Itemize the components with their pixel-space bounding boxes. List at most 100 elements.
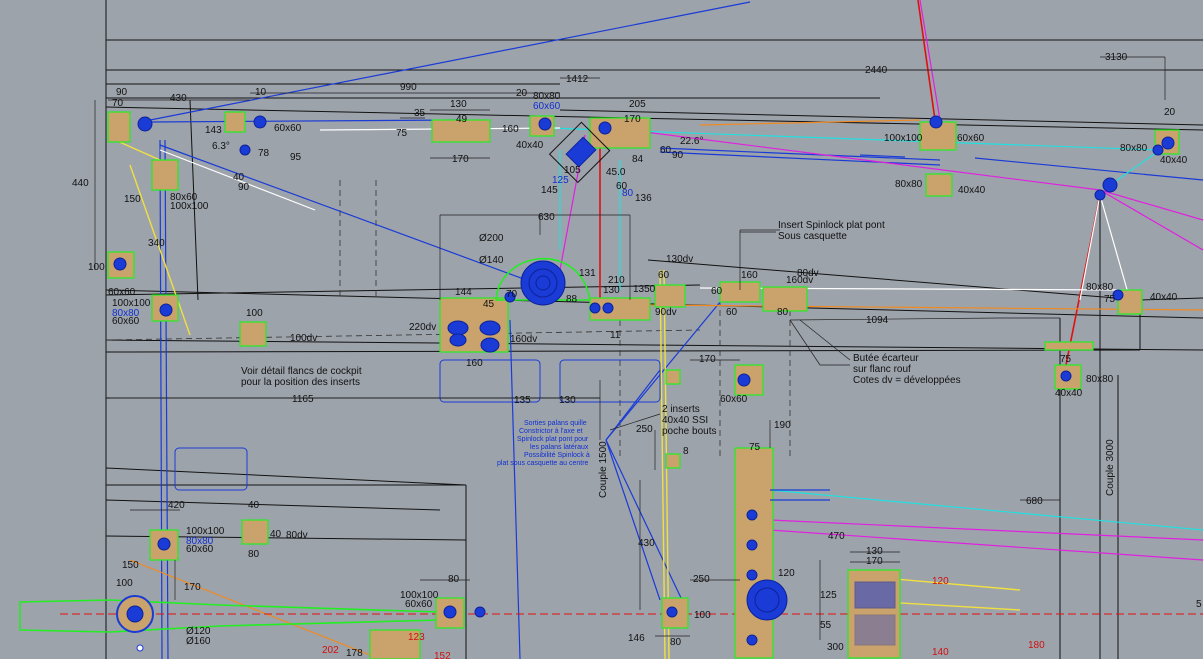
dim-label: 130 bbox=[559, 395, 576, 406]
dim-label: 125 bbox=[820, 590, 837, 601]
dim-label: 40x40 bbox=[516, 140, 544, 151]
dim-label: 170 bbox=[624, 114, 641, 125]
dim-label: 152 bbox=[434, 651, 451, 659]
note-blue-line4: les palans latéraux bbox=[530, 444, 589, 451]
dim-label: 1412 bbox=[566, 74, 589, 85]
note-blue-line3: Spinlock plat pont pour bbox=[517, 436, 589, 443]
dim-label: 80 bbox=[777, 307, 789, 318]
couple-1500-label: Couple 1500 bbox=[598, 441, 609, 498]
dim-label: 205 bbox=[629, 99, 646, 110]
dim-label: 170 bbox=[699, 354, 716, 365]
dim-label: 88 bbox=[566, 294, 578, 305]
note-butee-line1: Butée écarteur bbox=[853, 353, 919, 364]
rigging-lines bbox=[114, 0, 1203, 659]
dim-label: 100x100 bbox=[170, 201, 209, 212]
dim-label: 40 bbox=[248, 500, 260, 511]
dim-label: 84 bbox=[632, 154, 644, 165]
dim-label: 70 bbox=[112, 98, 124, 109]
dim-label: 60 bbox=[726, 307, 738, 318]
note-cockpit-line1: Voir détail flancs de cockpit bbox=[241, 366, 362, 377]
dim-label: 60x60 bbox=[957, 133, 985, 144]
dim-label: 5 bbox=[1196, 599, 1202, 610]
dim-label: 80x80 bbox=[1086, 282, 1114, 293]
dim-label: 250 bbox=[636, 424, 653, 435]
dim-label: 160 bbox=[741, 270, 758, 281]
dim-label: 80x80 bbox=[1120, 143, 1148, 154]
dim-label: 40 bbox=[270, 529, 282, 540]
dim-label: 60x60 bbox=[533, 101, 561, 112]
dim-label: 80 bbox=[448, 574, 460, 585]
dim-label: 60x60 bbox=[405, 599, 433, 610]
couple-3000-label: Couple 3000 bbox=[1105, 439, 1116, 496]
dim-label: 80dv bbox=[286, 530, 308, 541]
hull-outline-lines bbox=[105, 0, 1203, 659]
dim-label: 60x60 bbox=[112, 316, 140, 327]
dim-label: 40x40 bbox=[1160, 155, 1188, 166]
dim-label: 40x40 bbox=[1150, 292, 1178, 303]
dim-label: 90 bbox=[672, 150, 684, 161]
dim-label: 190 bbox=[774, 420, 791, 431]
dim-label: 430 bbox=[638, 538, 655, 549]
dim-label: 202 bbox=[322, 645, 339, 656]
dim-label: 131 bbox=[579, 268, 596, 279]
dim-label: 100x100 bbox=[884, 133, 923, 144]
dim-label: 630 bbox=[538, 212, 555, 223]
dim-label: 150 bbox=[124, 194, 141, 205]
dim-label: 144 bbox=[455, 287, 472, 298]
dim-label: 160 bbox=[502, 124, 519, 135]
dim-label: 75 bbox=[396, 128, 408, 139]
dim-label: 49 bbox=[456, 114, 468, 125]
dim-label: 45 bbox=[483, 299, 495, 310]
note-blue-line1: Sorties palans quille bbox=[524, 420, 587, 427]
dim-label: 300 bbox=[827, 642, 844, 653]
dim-label: 80x80 bbox=[895, 179, 923, 190]
note-butee-line3: Cotes dv = développées bbox=[853, 375, 961, 386]
dim-label: 90 bbox=[116, 87, 128, 98]
dim-label: 145 bbox=[541, 185, 558, 196]
dim-label: 160 bbox=[466, 358, 483, 369]
dim-label: 70 bbox=[506, 289, 518, 300]
dim-label: 90 bbox=[238, 182, 250, 193]
note-cockpit-line2: pour la position des inserts bbox=[241, 377, 360, 388]
dim-label: 990 bbox=[400, 82, 417, 93]
dim-label: 123 bbox=[408, 632, 425, 643]
dim-label: 40x40 bbox=[958, 185, 986, 196]
dim-label: 420 bbox=[168, 500, 185, 511]
note-inserts-line2: 40x40 SSI bbox=[662, 415, 708, 426]
dim-label: Ø160 bbox=[186, 636, 211, 647]
dim-label: 60 bbox=[658, 270, 670, 281]
dim-label: 136 bbox=[635, 193, 652, 204]
dim-label: 80dv bbox=[797, 268, 819, 279]
dim-label: 22.6° bbox=[680, 136, 703, 147]
dim-label: 75 bbox=[749, 442, 761, 453]
dim-label: 35 bbox=[414, 108, 426, 119]
deck-layout-drawing[interactable]: 90 430 70 10 990 1412 2440 3130 20 35 49… bbox=[0, 0, 1203, 659]
dim-label: 143 bbox=[205, 125, 222, 136]
dim-label: 135 bbox=[514, 395, 531, 406]
dim-label: 100 bbox=[694, 610, 711, 621]
dim-label: Ø200 bbox=[479, 233, 504, 244]
dim-label: 40x40 bbox=[1055, 388, 1083, 399]
dim-label: 60 bbox=[711, 286, 723, 297]
dim-label: Ø140 bbox=[479, 255, 504, 266]
note-insert-spinlock-line1: Insert Spinlock plat pont bbox=[778, 220, 885, 231]
dim-label: 80 bbox=[248, 549, 260, 560]
dim-label: 60x60 bbox=[108, 287, 136, 298]
dim-label: 80 bbox=[622, 188, 634, 199]
note-butee-line2: sur flanc rouf bbox=[853, 364, 911, 375]
dim-label: 10 bbox=[255, 87, 267, 98]
dim-label: 2440 bbox=[865, 65, 888, 76]
dim-label: 100 bbox=[88, 262, 105, 273]
note-insert-spinlock-line2: Sous casquette bbox=[778, 231, 847, 242]
dim-label: 20 bbox=[516, 88, 528, 99]
dim-label: 100 bbox=[116, 578, 133, 589]
dim-label: 105 bbox=[564, 165, 581, 176]
dim-label: 100dv bbox=[290, 333, 317, 344]
dim-label: 60x60 bbox=[720, 394, 748, 405]
dim-label: 6.3° bbox=[212, 141, 230, 152]
dim-label: 75 bbox=[1060, 354, 1072, 365]
dim-label: 78 bbox=[258, 148, 270, 159]
dim-label: 180 bbox=[1028, 640, 1045, 651]
dim-label: 150 bbox=[122, 560, 139, 571]
dim-label: 170 bbox=[866, 556, 883, 567]
